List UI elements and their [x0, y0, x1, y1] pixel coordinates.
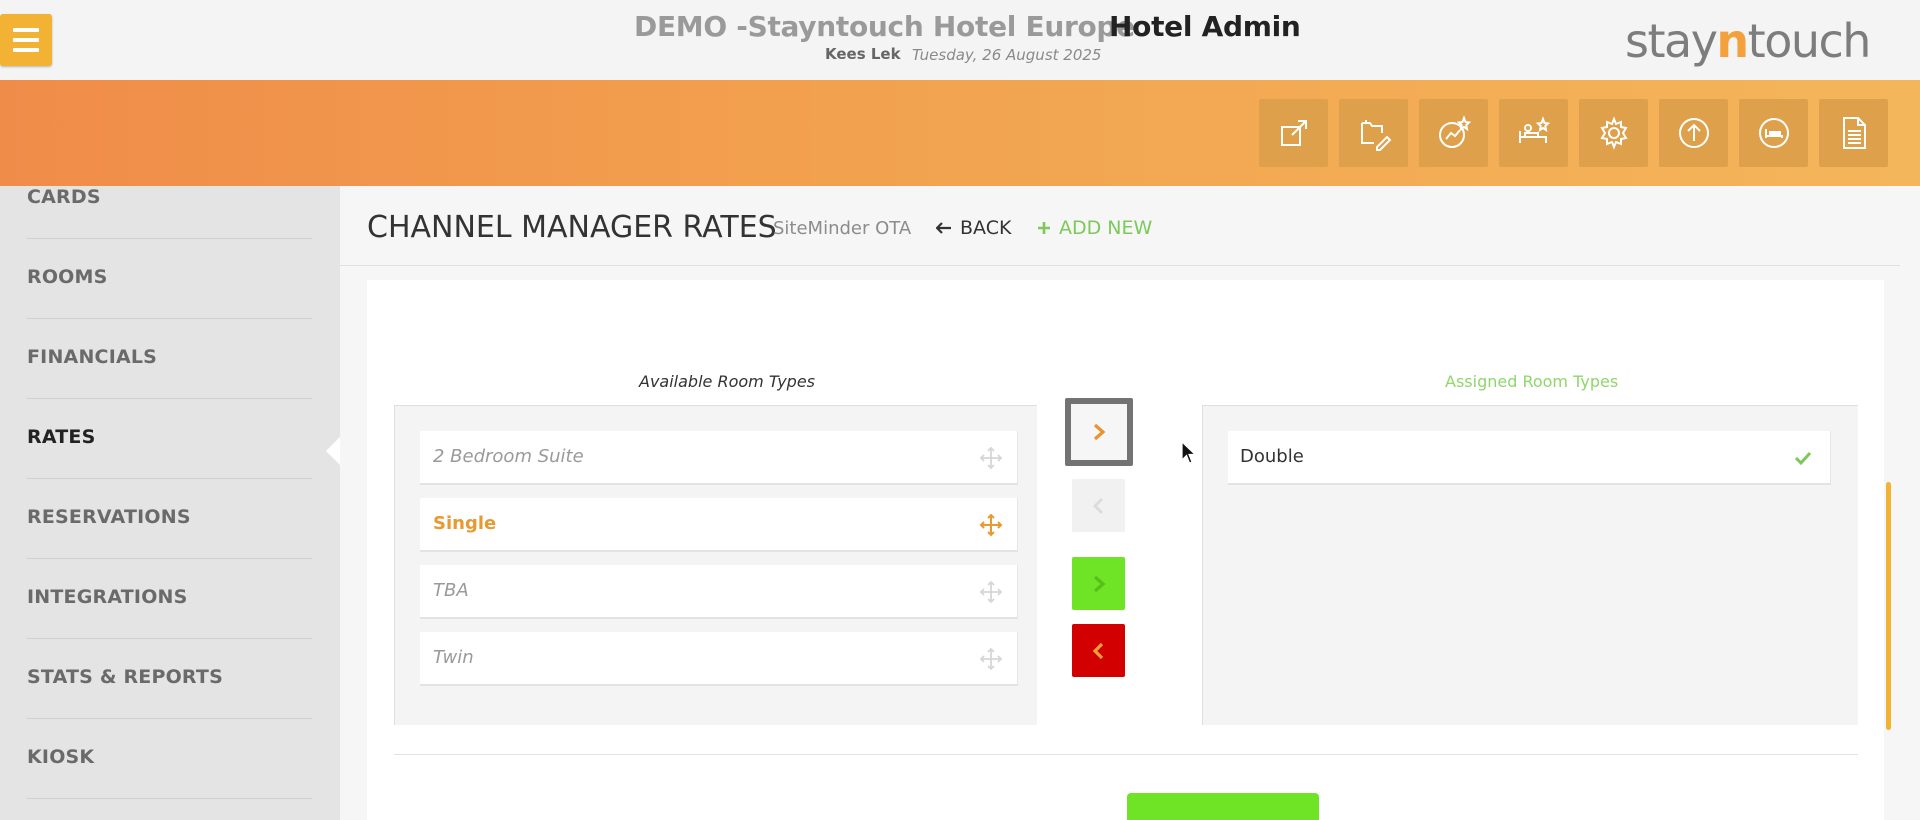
main-content: CHANNEL MANAGER RATES SiteMinder OTA BAC… [340, 186, 1920, 820]
toolbar-band [0, 80, 1920, 186]
sidebar-item-label: RATES [27, 426, 96, 448]
sidebar-item-label: STATS & REPORTS [27, 666, 223, 688]
room-type-label: Single [433, 513, 497, 534]
document-icon [1842, 117, 1866, 149]
room-type-item-single[interactable]: Single [420, 498, 1018, 552]
room-service-icon [1518, 116, 1550, 143]
bed-button[interactable] [1739, 99, 1808, 167]
sidebar-item-rates[interactable]: RATES [27, 399, 312, 479]
logo-part: touch [1747, 14, 1872, 68]
add-new-button[interactable]: ADD NEW [1037, 217, 1152, 239]
document-button[interactable] [1819, 99, 1888, 167]
sidebar-item-label: FINANCIALS [27, 346, 158, 368]
chevron-left-icon [1092, 497, 1103, 514]
divider [394, 754, 1858, 755]
back-label: BACK [960, 217, 1012, 239]
logo-n: n [1716, 14, 1749, 68]
sidebar-item-label: CARDS [27, 186, 101, 208]
chevron-right-icon [1093, 423, 1106, 441]
available-room-types-list: 2 Bedroom Suite Single TBA Twin [394, 405, 1037, 725]
room-type-item-2-bedroom-suite[interactable]: 2 Bedroom Suite [420, 431, 1018, 485]
menu-line [13, 28, 39, 32]
sidebar-item-label: ROOMS [27, 266, 108, 288]
add-new-label: ADD NEW [1059, 217, 1153, 239]
bed-icon [1758, 118, 1789, 148]
settings-button[interactable] [1579, 99, 1648, 167]
sidebar-item-cards[interactable]: CARDS [27, 186, 312, 239]
gear-icon [1599, 116, 1628, 150]
mouse-cursor-icon [1181, 441, 1197, 464]
active-item-pointer [326, 437, 340, 465]
sidebar-item-label: INTEGRATIONS [27, 586, 188, 608]
chevron-right-icon [1093, 575, 1105, 592]
assigned-room-types-list: Double [1202, 405, 1858, 725]
assigned-room-type-item-double[interactable]: Double [1228, 431, 1831, 485]
upload-button[interactable] [1659, 99, 1728, 167]
sidebar-item-stats-reports[interactable]: STATS & REPORTS [27, 639, 312, 719]
sidebar-item-kiosk[interactable]: KIOSK [27, 719, 312, 799]
menu-line [13, 38, 39, 42]
back-button[interactable]: BACK [936, 217, 1011, 239]
upload-icon [1678, 118, 1709, 148]
logo-part: stay [1625, 14, 1718, 68]
save-button[interactable] [1127, 793, 1319, 820]
move-selected-right-button[interactable] [1065, 398, 1133, 466]
stats-star-icon [1438, 115, 1471, 148]
drag-move-icon[interactable] [979, 647, 1003, 671]
chevron-left-icon [1092, 642, 1103, 659]
external-link-button[interactable] [1259, 99, 1328, 167]
room-type-label: Twin [433, 647, 474, 668]
sidebar-item-reservations[interactable]: RESERVATIONS [27, 479, 312, 559]
folder-edit-button[interactable] [1339, 99, 1408, 167]
sidebar-item-rooms[interactable]: ROOMS [27, 239, 312, 319]
assigned-room-types-label: Assigned Room Types [1445, 372, 1619, 391]
room-type-item-tba[interactable]: TBA [420, 565, 1018, 619]
sidebar-item-label: KIOSK [27, 746, 95, 768]
room-type-label: Double [1240, 446, 1304, 467]
room-type-label: TBA [433, 580, 469, 601]
business-date: Tuesday, 26 August 2025 [912, 46, 1102, 64]
sidebar-item-label: RESERVATIONS [27, 506, 191, 528]
hamburger-menu-button[interactable] [0, 14, 52, 66]
room-type-label: 2 Bedroom Suite [433, 446, 584, 467]
stats-star-button[interactable] [1419, 99, 1488, 167]
user-name: Kees Lek [825, 45, 901, 63]
move-selected-left-button[interactable] [1072, 479, 1125, 532]
check-icon [1794, 451, 1812, 466]
back-arrow-icon [936, 222, 951, 234]
room-types-card: Available Room Types Assigned Room Types… [367, 280, 1884, 820]
drag-move-icon[interactable] [979, 446, 1003, 470]
sidebar-item-financials[interactable]: FINANCIALS [27, 319, 312, 399]
page-subtitle: SiteMinder OTA [773, 218, 912, 239]
sidebar: CARDS ROOMS FINANCIALS RATES RESERVATION… [0, 186, 340, 820]
scrollbar-thumb[interactable] [1886, 482, 1891, 730]
page-header: CHANNEL MANAGER RATES SiteMinder OTA BAC… [340, 186, 1900, 266]
stayntouch-logo: stayntouch [1625, 14, 1872, 68]
sidebar-item-integrations[interactable]: INTEGRATIONS [27, 559, 312, 639]
room-type-item-twin[interactable]: Twin [420, 632, 1018, 686]
room-service-button[interactable] [1499, 99, 1568, 167]
move-all-left-button[interactable] [1072, 624, 1125, 677]
admin-title: Hotel Admin [1109, 10, 1301, 43]
external-link-icon [1280, 120, 1307, 146]
drag-move-icon[interactable] [979, 580, 1003, 604]
menu-line [13, 48, 39, 52]
move-all-right-button[interactable] [1072, 557, 1125, 610]
hotel-name: DEMO -Stayntouch Hotel Europe [634, 10, 1135, 43]
available-room-types-label: Available Room Types [639, 372, 815, 391]
folder-edit-icon [1360, 120, 1391, 151]
page-title: CHANNEL MANAGER RATES [367, 210, 777, 245]
top-header: DEMO -Stayntouch Hotel Europe Hotel Admi… [0, 0, 1920, 80]
drag-move-icon[interactable] [979, 513, 1003, 537]
plus-icon [1038, 222, 1050, 234]
